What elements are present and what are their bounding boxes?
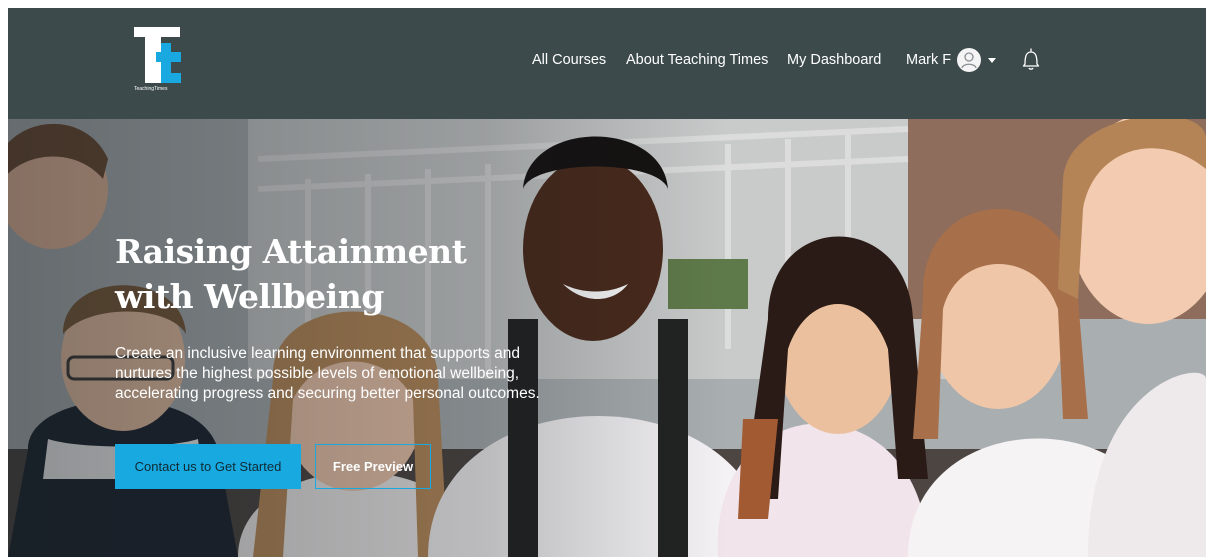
- user-avatar-icon: [957, 48, 982, 72]
- caret-down-icon: [988, 57, 997, 63]
- hero-title: Raising Attainment with Wellbeing: [115, 232, 467, 316]
- bell-icon[interactable]: [1021, 47, 1041, 71]
- nav-my-dashboard[interactable]: My Dashboard: [787, 51, 881, 69]
- main-nav: All Courses About Teaching Times My Dash…: [8, 8, 1206, 119]
- hero-banner: Raising Attainment with Wellbeing Create…: [8, 119, 1206, 557]
- contact-get-started-button[interactable]: Contact us to Get Started: [115, 444, 301, 489]
- free-preview-button[interactable]: Free Preview: [315, 444, 431, 489]
- user-menu[interactable]: Mark F: [906, 48, 997, 72]
- nav-about-teaching-times[interactable]: About Teaching Times: [626, 51, 768, 69]
- hero-overlay: [8, 119, 1206, 557]
- nav-all-courses[interactable]: All Courses: [532, 51, 606, 69]
- site-header: TeachingTimes All Courses About Teaching…: [8, 8, 1206, 119]
- user-name: Mark F: [906, 52, 952, 68]
- hero-description: Create an inclusive learning environment…: [115, 345, 540, 402]
- page-frame: TeachingTimes All Courses About Teaching…: [8, 8, 1206, 557]
